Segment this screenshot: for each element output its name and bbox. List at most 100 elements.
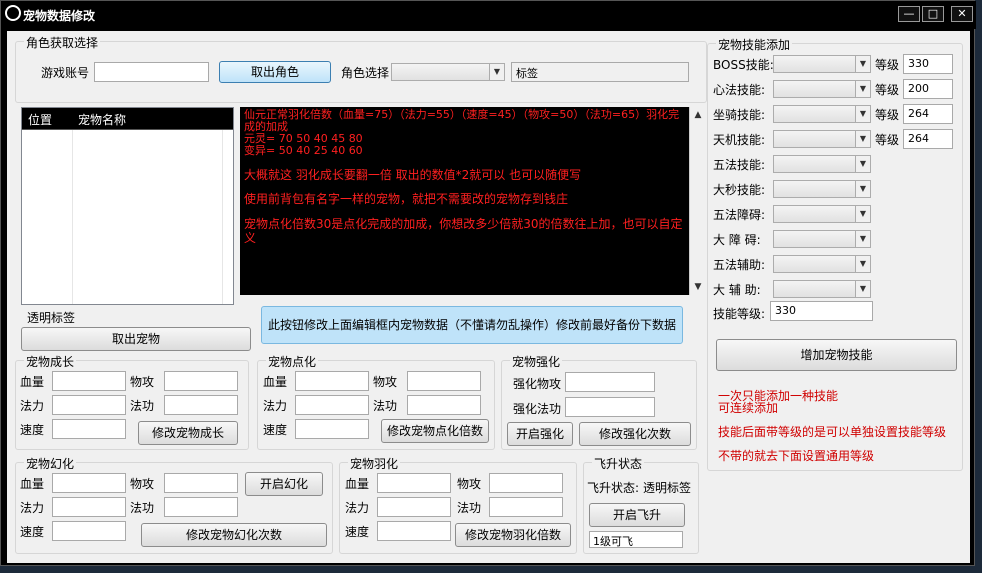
column-divider [72,130,73,304]
skill-label: BOSS技能: [713,58,774,72]
dianhua-speed-label: 速度 [263,423,288,437]
fetch-role-button[interactable]: 取出角色 [219,61,331,83]
notes-scrollbar[interactable]: ▲ ▼ [689,107,706,295]
close-button[interactable]: ✕ [951,6,973,22]
yuhua-matk-input[interactable] [489,497,563,517]
yuhua-hp-input[interactable] [377,473,451,493]
skill-label: 大秒技能: [713,183,766,197]
app-icon [5,5,21,21]
huanhua-mp-input[interactable] [52,497,126,517]
dianhua-mp-input[interactable] [295,395,369,415]
growth-mp-input[interactable] [52,395,126,415]
yuhua-patk-input[interactable] [489,473,563,493]
skill-level-label: 技能等级: [713,307,766,321]
chevron-down-icon: ▼ [855,256,870,272]
open-qianghua-button[interactable]: 开启强化 [507,422,573,446]
skill-tip: 不带的就去下面设置通用等级 [718,449,875,463]
dianhua-speed-input[interactable] [295,419,369,439]
growth-hp-input[interactable] [52,371,126,391]
skill-select[interactable]: ▼ [773,55,871,73]
yuhua-speed-input[interactable] [377,521,451,541]
scroll-up-icon[interactable]: ▲ [690,107,706,123]
skills-group-label: 宠物技能添加 [716,36,793,53]
qianghua-group-label: 宠物强化 [510,353,563,370]
note-line: 仙元正常羽化倍数（血量=75）（法力=55）（速度=45）（物攻=50）（法功=… [244,108,680,133]
qianghua-matk-input[interactable] [565,397,655,417]
skill-select[interactable]: ▼ [773,280,871,298]
chevron-down-icon: ▼ [855,106,870,122]
minimize-button[interactable]: — [898,6,920,22]
growth-speed-label: 速度 [20,423,45,437]
growth-mp-label: 法力 [20,399,45,413]
col-position[interactable]: 位置 [28,111,52,128]
open-huanhua-button[interactable]: 开启幻化 [245,472,323,496]
tag-field: 标签 [511,62,689,82]
dianhua-matk-input[interactable] [407,395,481,415]
skill-select[interactable]: ▼ [773,105,871,123]
growth-matk-input[interactable] [164,395,238,415]
skill-tip: 可连续添加 [718,401,779,415]
pet-list[interactable]: 位置 宠物名称 [21,107,234,305]
dianhua-matk-label: 法功 [373,399,398,413]
skill-select[interactable]: ▼ [773,205,871,223]
yuhua-patk-label: 物攻 [457,477,482,491]
skill-select[interactable]: ▼ [773,230,871,248]
dianhua-hp-input[interactable] [295,371,369,391]
growth-speed-input[interactable] [52,419,126,439]
yuhua-speed-label: 速度 [345,525,370,539]
growth-patk-input[interactable] [164,371,238,391]
skill-select[interactable]: ▼ [773,80,871,98]
skill-level-input[interactable]: 330 [903,54,953,74]
skill-level-input[interactable]: 330 [770,301,873,321]
transparent-tag: 透明标签 [27,311,76,325]
skill-label: 五法辅助: [713,258,766,272]
dianhua-group-label: 宠物点化 [266,353,319,370]
dianhua-patk-input[interactable] [407,371,481,391]
role-select[interactable]: ▼ [391,63,505,81]
fetch-pet-button[interactable]: 取出宠物 [21,327,251,351]
col-pet-name[interactable]: 宠物名称 [78,111,126,128]
huanhua-matk-input[interactable] [164,497,238,517]
skill-select[interactable]: ▼ [773,180,871,198]
modify-yuhua-button[interactable]: 修改宠物羽化倍数 [455,523,571,547]
scroll-down-icon[interactable]: ▼ [690,279,706,295]
huanhua-group-label: 宠物幻化 [24,455,77,472]
modify-qianghua-button[interactable]: 修改强化次数 [579,422,691,446]
notes-textarea[interactable]: 仙元正常羽化倍数（血量=75）（法力=55）（速度=45）（物攻=50）（法功=… [240,107,690,295]
open-feisheng-button[interactable]: 开启飞升 [589,503,685,527]
skill-select[interactable]: ▼ [773,155,871,173]
skill-level-input[interactable]: 264 [903,104,953,124]
note-line: 大概就这 羽化成长要翻一倍 取出的数值*2就可以 也可以随便写 [244,168,582,182]
yuhua-mp-label: 法力 [345,501,370,515]
title-bar[interactable]: 宠物数据修改 — □ ✕ [1,1,976,29]
skill-level-input[interactable]: 200 [903,79,953,99]
maximize-button[interactable]: □ [922,6,944,22]
skill-select[interactable]: ▼ [773,255,871,273]
huanhua-speed-input[interactable] [52,521,126,541]
modify-info-button[interactable]: 此按钮修改上面编辑框内宠物数据（不懂请勿乱操作）修改前最好备份下数据 [261,306,683,344]
skill-label: 心法技能: [713,83,766,97]
feisheng-status-value: 透明标签 [643,481,692,495]
skill-level-input[interactable]: 264 [903,129,953,149]
huanhua-hp-input[interactable] [52,473,126,493]
chevron-down-icon: ▼ [855,131,870,147]
add-skill-button[interactable]: 增加宠物技能 [716,339,957,371]
modify-dianhua-button[interactable]: 修改宠物点化倍数 [381,419,489,443]
skill-label: 大 障 碍: [713,233,761,247]
modify-growth-button[interactable]: 修改宠物成长 [138,421,238,445]
huanhua-speed-label: 速度 [20,525,45,539]
qianghua-patk-input[interactable] [565,372,655,392]
feisheng-group-label: 飞升状态 [592,455,645,472]
dianhua-mp-label: 法力 [263,399,288,413]
modify-huanhua-button[interactable]: 修改宠物幻化次数 [141,523,327,547]
yuhua-hp-label: 血量 [345,477,370,491]
main-window: 宠物数据修改 — □ ✕ 角色获取选择 游戏账号 取出角色 角色选择 ▼ 标签 … [0,0,976,566]
yuhua-mp-input[interactable] [377,497,451,517]
account-input[interactable] [94,62,209,82]
growth-hp-label: 血量 [20,375,45,389]
note-line: 宠物点化倍数30是点化完成的加成，你想改多少倍就30的倍数往上加，也可以自定义 [244,217,683,245]
skill-label: 坐骑技能: [713,108,766,122]
skill-select[interactable]: ▼ [773,130,871,148]
chevron-down-icon: ▼ [855,81,870,97]
huanhua-patk-input[interactable] [164,473,238,493]
